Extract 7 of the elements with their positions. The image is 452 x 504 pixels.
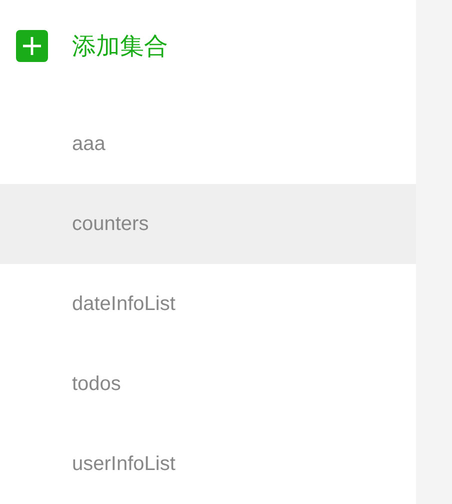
collection-item[interactable]: dateInfoList (0, 264, 416, 344)
collection-item[interactable]: counters (0, 184, 416, 264)
collection-item[interactable]: userInfoList (0, 424, 416, 504)
collection-item[interactable]: aaa (0, 104, 416, 184)
add-collection-button[interactable]: 添加集合 (0, 0, 416, 92)
collection-item[interactable]: todos (0, 344, 416, 424)
plus-icon (16, 30, 48, 62)
